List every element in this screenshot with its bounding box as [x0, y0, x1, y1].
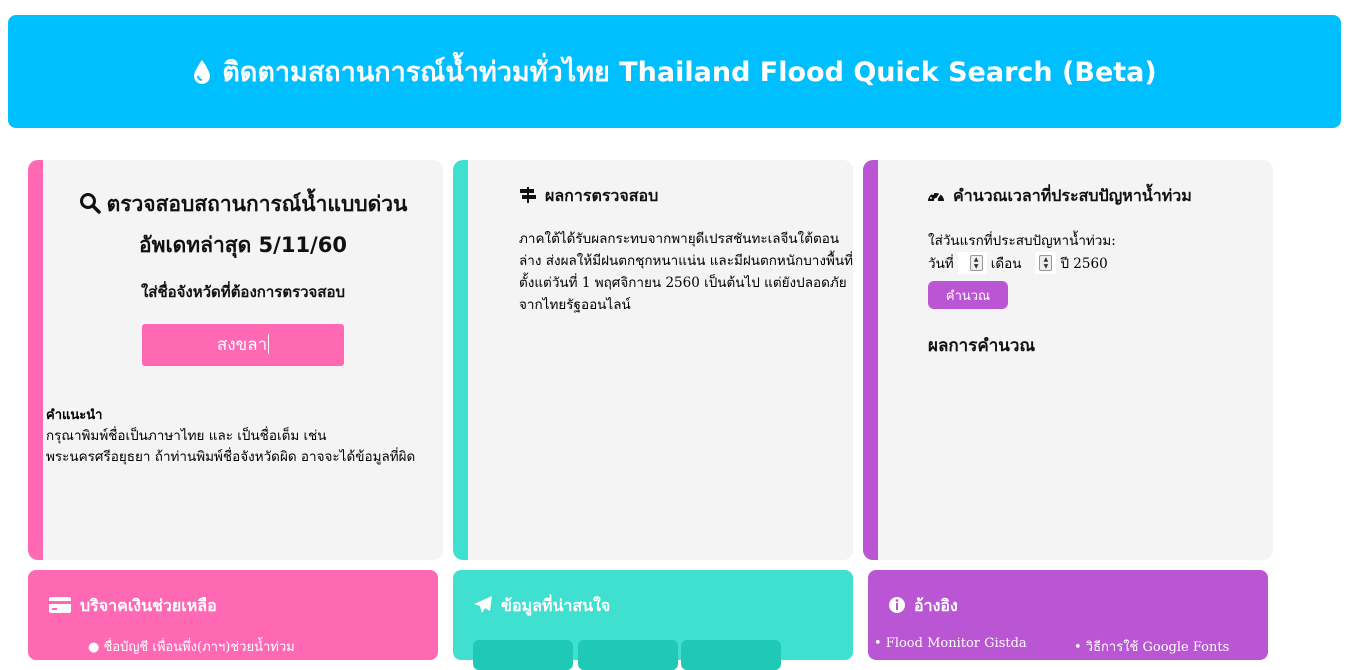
month-label: เดือน — [990, 256, 1022, 272]
result-card-title: ผลการตรวจสอบ — [519, 184, 658, 209]
info-title-text: ข้อมูลที่น่าสนใจ — [501, 596, 611, 615]
donate-card: บริจาคเงินช่วยเหลือ ● ชื่อบัญชี เพื่อนพึ… — [28, 570, 438, 660]
search-card-title: ตรวจสอบสถานการณ์น้ำแบบด่วน อัพเดทล่าสุด … — [43, 185, 443, 264]
reference-title-text: อ้างอิง — [914, 596, 958, 615]
result-card: ผลการตรวจสอบ ภาคใต้ได้รับผลกระทบจากพายุด… — [453, 160, 853, 560]
donate-title-text: บริจาคเงินช่วยเหลือ — [80, 596, 217, 615]
result-title-text: ผลการตรวจสอบ — [545, 186, 659, 205]
calc-result-title: ผลการคำนวณ — [928, 336, 1036, 356]
card-stripe — [28, 160, 43, 560]
calc-card: คำนวณเวลาที่ประสบปัญหาน้ำท่วม ใส่วันแรกท… — [863, 160, 1273, 560]
donate-item: ● ชื่อบัญชี เพื่อนพึ่ง(ภาฯ)ช่วยน้ำท่วม — [88, 640, 295, 655]
province-input-value: สงขลา — [216, 335, 268, 355]
info-link-button[interactable] — [473, 640, 573, 670]
hint-text: กรุณาพิมพ์ชื่อเป็นภาษาไทย และ เป็นชื่อเต… — [46, 428, 416, 465]
last-updated: อัพเดทล่าสุด 5/11/60 — [139, 233, 347, 257]
paper-plane-icon — [473, 595, 493, 619]
info-card: ข้อมูลที่น่าสนใจ — [453, 570, 853, 670]
result-body: ภาคใต้ได้รับผลกระทบจากพายุดีเปรสชันทะเลจ… — [519, 231, 853, 313]
spinner-arrows-icon[interactable]: ▲ ▼ — [969, 255, 983, 271]
day-stepper[interactable]: ▲ ▼ — [957, 252, 987, 274]
credit-card-icon — [48, 596, 72, 618]
reference-link-google-fonts[interactable]: • วิธีการใช้ Google Fonts — [1074, 636, 1229, 657]
search-prompt: ใส่ชื่อจังหวัดที่ต้องการตรวจสอบ — [140, 283, 346, 301]
year-label: ปี 2560 — [1060, 256, 1108, 272]
info-circle-icon — [888, 596, 906, 618]
search-icon — [79, 188, 101, 226]
card-stripe — [863, 160, 878, 560]
calculate-button[interactable]: คำนวณ — [928, 281, 1008, 309]
date-label: ใส่วันแรกที่ประสบปัญหาน้ำท่วม: — [928, 233, 1116, 249]
hint-section: คำแนะนำ กรุณาพิมพ์ชื่อเป็นภาษาไทย และ เป… — [46, 405, 435, 468]
info-title: ข้อมูลที่น่าสนใจ — [473, 594, 610, 619]
info-link-button[interactable] — [681, 640, 781, 670]
province-search-input[interactable]: สงขลา — [142, 324, 344, 366]
hint-title: คำแนะนำ — [46, 408, 103, 423]
month-stepper[interactable]: ▲ ▼ — [1035, 252, 1057, 274]
date-inputs: วันที่ ▲ ▼ เดือน ▲ ▼ ปี 2560 — [928, 252, 1108, 274]
card-stripe — [453, 160, 468, 560]
droplet-icon — [192, 59, 212, 85]
info-link-button[interactable] — [578, 640, 678, 670]
dashboard-icon — [927, 187, 945, 207]
spinner-arrows-icon[interactable]: ▲ ▼ — [1039, 255, 1053, 271]
calc-card-title: คำนวณเวลาที่ประสบปัญหาน้ำท่วม — [927, 184, 1192, 209]
reference-card: อ้างอิง • Flood Monitor Gistda • วิธีการ… — [868, 570, 1268, 660]
page-title: ติดตามสถานการณ์น้ำท่วมทั่วไทย Thailand F… — [222, 57, 1157, 88]
text-caret — [268, 334, 270, 354]
page-header: ติดตามสถานการณ์น้ำท่วมทั่วไทย Thailand F… — [8, 15, 1341, 128]
reference-title: อ้างอิง — [888, 594, 958, 619]
signpost-icon — [519, 186, 537, 208]
donate-title: บริจาคเงินช่วยเหลือ — [48, 594, 217, 619]
calc-title-text: คำนวณเวลาที่ประสบปัญหาน้ำท่วม — [953, 186, 1192, 205]
search-card: ตรวจสอบสถานการณ์น้ำแบบด่วน อัพเดทล่าสุด … — [28, 160, 443, 560]
search-title-line1: ตรวจสอบสถานการณ์น้ำแบบด่วน — [106, 192, 408, 216]
day-label: วันที่ — [928, 256, 954, 272]
